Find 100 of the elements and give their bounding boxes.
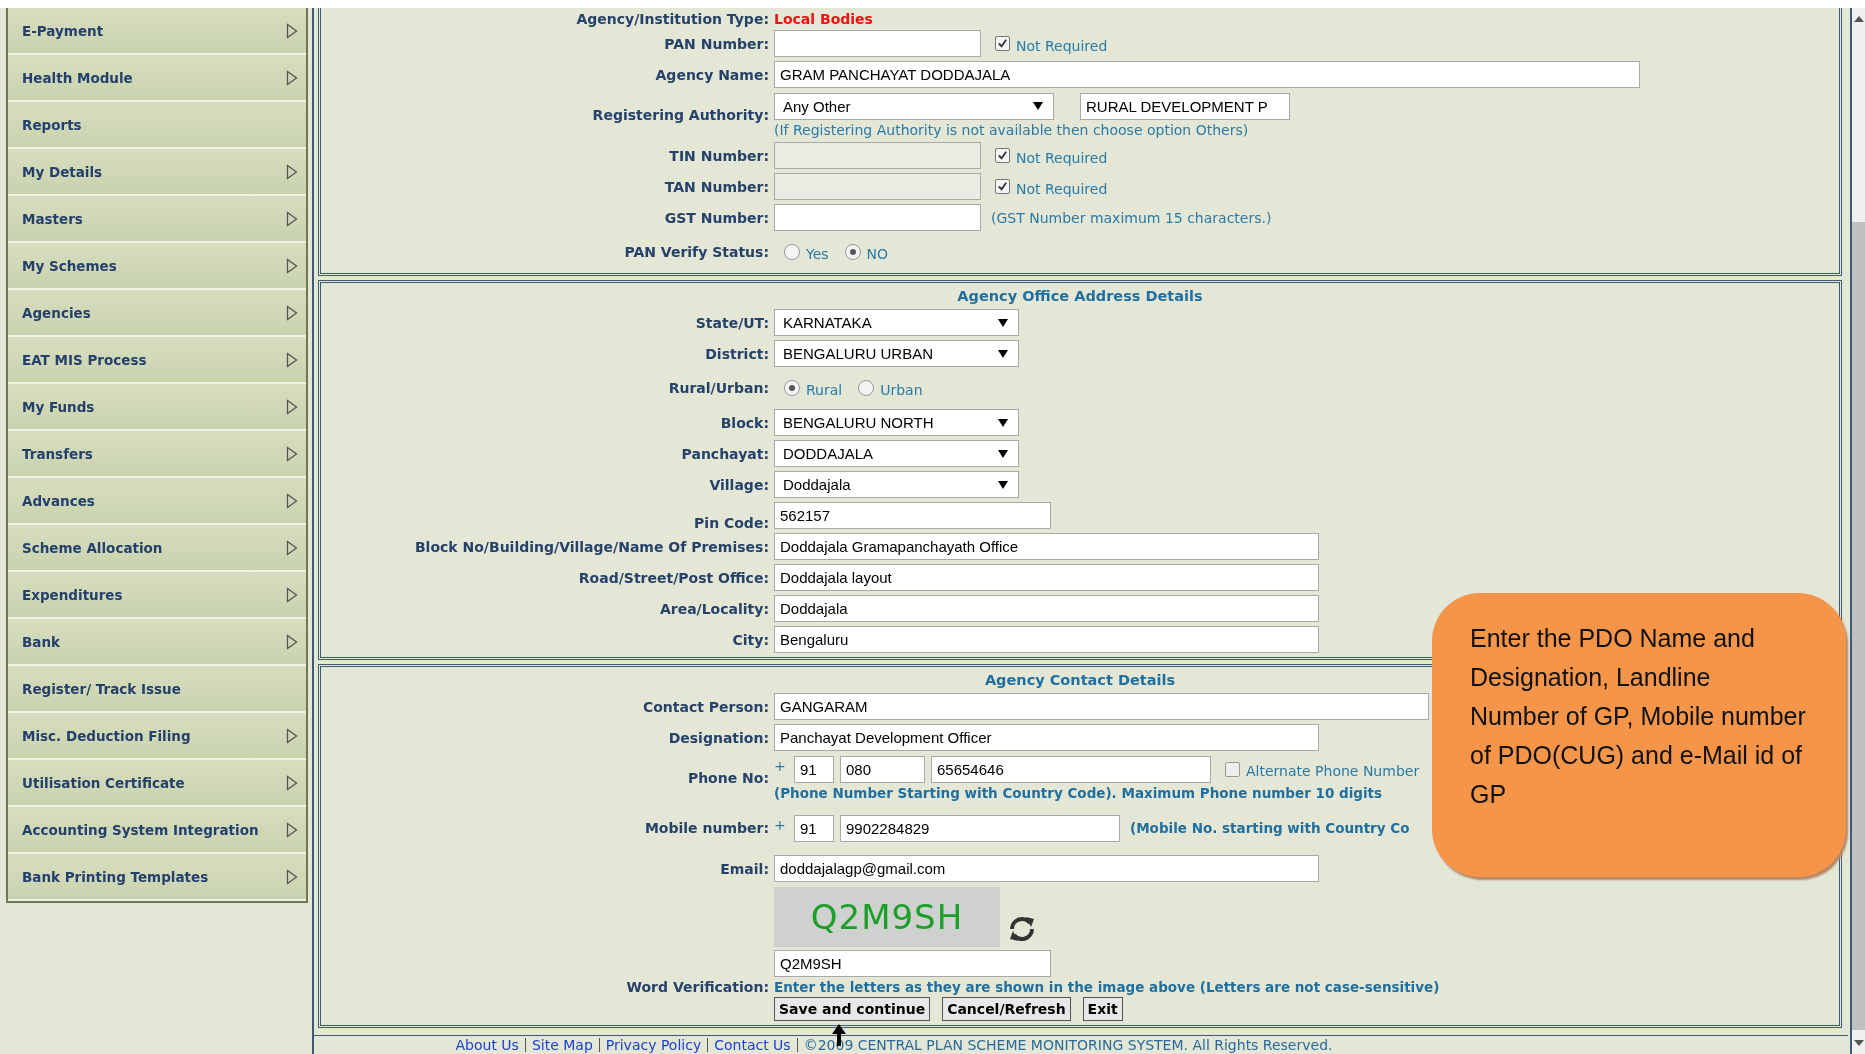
text-field[interactable] — [774, 204, 981, 231]
field-label: Designation: — [667, 729, 769, 746]
footer-link[interactable]: About Us — [449, 1038, 525, 1052]
field-value: Local Bodies — [774, 11, 874, 27]
menu-item[interactable]: My Schemes — [8, 243, 306, 290]
footer-link[interactable]: Privacy Policy — [598, 1038, 708, 1052]
menu-item[interactable]: Agencies — [8, 290, 306, 337]
menu-item[interactable]: EAT MIS Process — [8, 337, 306, 384]
caret-icon — [998, 480, 1008, 489]
text-field[interactable]: GANGARAM — [774, 693, 1429, 720]
dropdown[interactable]: KARNATAKA — [774, 309, 1019, 336]
footer-link[interactable]: Contact Us — [707, 1038, 797, 1052]
radio-label: Yes — [806, 246, 829, 262]
checkbox-label: Not Required — [1016, 180, 1108, 197]
menu-item[interactable]: My Details — [8, 149, 306, 196]
text-field[interactable]: GRAM PANCHAYAT DODDAJALA — [774, 61, 1640, 88]
field-label: Block No/Building/Village/Name Of Premises: — [413, 538, 769, 555]
field-label: TIN Number: — [668, 147, 769, 164]
field-label: Area/Locality: — [658, 600, 769, 617]
radio-button[interactable] — [844, 244, 861, 260]
field-label: State/UT: — [694, 314, 769, 331]
section-title: Agency Office Address Details — [957, 287, 1203, 306]
menu-item[interactable]: Reports — [8, 102, 306, 149]
field-label: Email: — [719, 860, 769, 877]
hint-text: (Phone Number Starting with Country Code). Maximum Phone number 10 digits — [774, 784, 1383, 801]
field-label: Phone No: — [686, 770, 769, 786]
text-field[interactable]: Bengaluru — [774, 626, 1319, 653]
caret-icon — [998, 449, 1008, 458]
hint-text: (GST Number maximum 15 characters.) — [991, 209, 1272, 226]
field-label: Agency Name: — [654, 66, 769, 83]
field-label: Rural/Urban: — [667, 380, 769, 396]
text-field[interactable]: Doddajala layout — [774, 564, 1319, 591]
form-button[interactable]: Exit — [1082, 997, 1123, 1021]
checkbox-label: Not Required — [1016, 149, 1108, 166]
menu-item[interactable]: Scheme Allocation — [8, 525, 306, 572]
checkbox-label: Alternate Phone Number — [1246, 763, 1420, 779]
text-field[interactable]: doddajalagp@gmail.com — [774, 855, 1319, 882]
text-field[interactable]: Q2M9SH — [774, 950, 1051, 977]
text-field[interactable]: Doddajala Gramapanchayath Office — [774, 533, 1319, 560]
menu-item[interactable]: My Funds — [8, 384, 306, 431]
menu-item[interactable]: Advances — [8, 478, 306, 525]
text-field[interactable]: 91 — [794, 755, 834, 783]
scrollbar[interactable] — [1850, 8, 1865, 1054]
checkbox[interactable] — [995, 36, 1010, 51]
form-button[interactable]: Cancel/Refresh — [942, 997, 1071, 1021]
menu-item[interactable]: Accounting System Integration — [8, 807, 306, 854]
caret-icon — [998, 418, 1008, 427]
menu-item[interactable]: Health Module — [8, 55, 306, 102]
menu-item[interactable]: Misc. Deduction Filing — [8, 713, 306, 760]
field-label: Contact Person: — [641, 698, 769, 715]
menu-item[interactable]: Masters — [8, 196, 306, 243]
menu-item[interactable]: Transfers — [8, 431, 306, 478]
text-field[interactable] — [774, 30, 981, 57]
field-label: Village: — [708, 476, 769, 493]
field-label: TAN Number: — [663, 178, 769, 195]
field-label: PAN Number: — [663, 35, 769, 52]
dropdown[interactable]: BENGALURU URBAN — [774, 340, 1019, 367]
hint-text: Enter the letters as they are shown in the image above (Letters are not case-sensitive) — [774, 979, 1440, 995]
radio-button[interactable] — [858, 380, 875, 396]
menu-item[interactable]: Utilisation Certificate — [8, 760, 306, 807]
hint-text: (If Registering Authority is not available then choose option Others) — [774, 121, 1249, 138]
dropdown[interactable]: Any Other — [774, 92, 1054, 120]
field-label: Panchayat: — [680, 445, 769, 462]
scroll-down-icon[interactable] — [1853, 1040, 1864, 1046]
text-field[interactable]: 562157 — [774, 502, 1051, 529]
text-field[interactable]: RURAL DEVELOPMENT P — [1080, 92, 1290, 120]
text-field[interactable]: Panchayat Development Officer — [774, 724, 1319, 751]
scroll-up-icon[interactable] — [1853, 16, 1864, 22]
dropdown[interactable]: BENGALURU NORTH — [774, 409, 1019, 436]
field-label: PAN Verify Status: — [623, 244, 769, 260]
text-field[interactable]: 080 — [840, 755, 925, 783]
dropdown[interactable]: Doddajala — [774, 471, 1019, 498]
caret-icon — [998, 318, 1008, 327]
menu-item[interactable]: Expenditures — [8, 572, 306, 619]
checkbox[interactable] — [1225, 761, 1240, 777]
text-field[interactable]: 9902284829 — [840, 814, 1120, 842]
text-field[interactable]: Doddajala — [774, 595, 1319, 622]
caret-icon — [998, 349, 1008, 358]
field-label: City: — [731, 631, 769, 648]
caret-icon — [1033, 102, 1043, 110]
callout-text: Enter the PDO Name and Designation, Landline Number of GP, Mobile number of PDO(CUG) and e-Mail id of GP — [1470, 623, 1806, 810]
captcha-text: Q2M9SH — [810, 897, 964, 937]
field-label: Road/Street/Post Office: — [577, 569, 769, 586]
text-field[interactable]: 65654646 — [931, 755, 1211, 783]
text-field[interactable]: 91 — [794, 814, 834, 842]
field-label: Agency/Institution Type: — [575, 11, 769, 27]
field-label: Pin Code: — [693, 515, 769, 531]
field-label: District: — [704, 345, 769, 362]
menu-item[interactable]: Register/ Track Issue — [8, 666, 306, 713]
menu-item[interactable]: Bank — [8, 619, 306, 666]
radio-label: Urban — [880, 382, 923, 398]
form-button[interactable]: Save and continue — [774, 997, 931, 1021]
radio-button[interactable] — [784, 380, 800, 396]
menu-item[interactable]: Bank Printing Templates — [8, 854, 306, 901]
menu-item[interactable]: E-Payment — [8, 8, 306, 55]
plus-sign: + — [774, 817, 787, 833]
radio-button[interactable] — [784, 244, 800, 260]
footer-link[interactable]: Site Map — [524, 1038, 599, 1052]
dropdown[interactable]: DODDAJALA — [774, 440, 1019, 467]
radio-label: Rural — [806, 382, 843, 398]
